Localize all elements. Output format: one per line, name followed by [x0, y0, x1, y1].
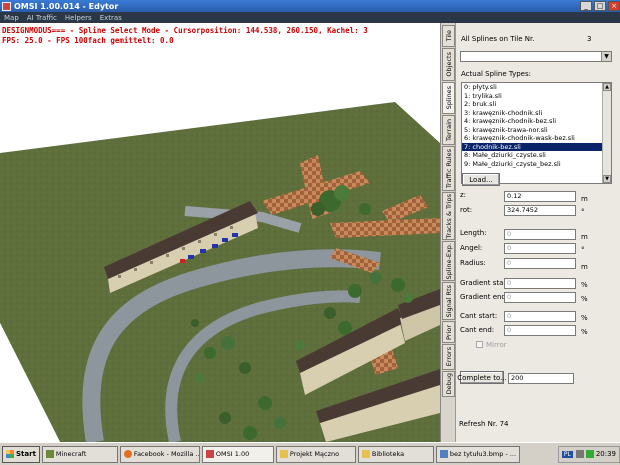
start-button[interactable]: Start: [2, 445, 40, 463]
gradient-end-field[interactable]: 0: [504, 292, 576, 303]
list-item[interactable]: 5: krawęznik-trawa-nor.sli: [462, 126, 602, 135]
scroll-down-icon[interactable]: ▼: [603, 175, 611, 183]
tab-terrain[interactable]: Terrain: [442, 115, 455, 145]
list-item[interactable]: 8: Małe_dziurki_czyste.sli: [462, 151, 602, 160]
tile-number: 3: [587, 35, 592, 43]
spline-select-dropdown[interactable]: ▼: [460, 51, 612, 62]
gradient-start-field[interactable]: 0: [504, 278, 576, 289]
cant-start-label: Cant start:: [460, 312, 498, 320]
mirror-label: Mirror: [486, 341, 507, 349]
close-button[interactable]: ×: [608, 1, 620, 11]
minecraft-icon: [45, 450, 54, 458]
tab-debug[interactable]: Debug: [442, 371, 455, 397]
angle-label: Angel:: [460, 244, 483, 252]
list-item[interactable]: 9: Małe_dziurki_czyste_bez.sli: [462, 160, 602, 169]
task-paint[interactable]: bez tytułu3.bmp - ...: [435, 445, 520, 463]
cant-start-field[interactable]: 0: [504, 311, 576, 322]
length-unit: m: [581, 233, 588, 241]
tab-spline-exp[interactable]: Spline-Exp.: [442, 241, 455, 281]
task-omsi[interactable]: OMSI 1.00: [201, 445, 274, 463]
menu-extras[interactable]: Extras: [96, 14, 126, 22]
tab-tracks-trips[interactable]: Tracks & Trips: [442, 192, 455, 240]
omsi-app-icon: [2, 1, 11, 11]
list-item-selected[interactable]: 7: chodnik-bez.sli: [462, 142, 602, 151]
tab-prior[interactable]: Prior: [442, 321, 455, 343]
windows-logo-icon: [6, 450, 14, 458]
tab-signal-rts[interactable]: Signal Rts: [442, 282, 455, 320]
windows-taskbar: Start Minecraft Facebook - Mozilla ... O…: [0, 442, 620, 465]
radius-unit: m: [581, 263, 588, 271]
title-bar: OMSI 1.00.014 - Edytor _ □ ×: [0, 0, 620, 12]
scroll-up-icon[interactable]: ▲: [603, 83, 611, 91]
complete-to-button[interactable]: Complete to...: [457, 371, 507, 384]
z-label: z:: [460, 191, 467, 199]
rot-label: rot:: [460, 206, 473, 214]
task-biblioteka[interactable]: Biblioteka: [357, 445, 434, 463]
tab-objects[interactable]: Objects: [442, 48, 455, 81]
menu-bar: Map AI Traffic Helpers Extras: [0, 12, 620, 23]
menu-helpers[interactable]: Helpers: [61, 14, 96, 22]
omsi-icon: [205, 450, 214, 458]
task-projekt-maczno[interactable]: Projekt Mączno: [275, 445, 356, 463]
tab-errors[interactable]: Errors: [442, 344, 455, 370]
task-minecraft[interactable]: Minecraft: [41, 445, 118, 463]
folder-icon: [361, 450, 370, 458]
load-button[interactable]: Load...: [462, 173, 500, 186]
z-field[interactable]: 0.12: [504, 191, 576, 202]
mirror-checkbox[interactable]: [476, 341, 483, 348]
editor-tab-strip: Tile Objects Splines Terrain Traffic Rul…: [440, 23, 455, 442]
paint-icon: [439, 450, 448, 458]
menu-ai-traffic[interactable]: AI Traffic: [23, 14, 61, 22]
window-title: OMSI 1.00.014 - Edytor: [14, 1, 119, 11]
clock[interactable]: 20:39: [596, 450, 616, 458]
terrain-scene: [0, 102, 440, 442]
radius-field[interactable]: 0: [504, 258, 576, 269]
cant-end-unit: %: [581, 328, 588, 336]
map-3d-viewport[interactable]: DESIGNMODUS=== - Spline Select Mode - Cu…: [0, 23, 440, 442]
list-item[interactable]: 0: płyty.sli: [462, 83, 602, 92]
rot-field[interactable]: 324.7452: [504, 205, 576, 216]
list-item[interactable]: 4: krawęznik-chodnik-bez.sli: [462, 117, 602, 126]
list-scrollbar[interactable]: ▲ ▼: [602, 83, 611, 183]
angle-field[interactable]: 0: [504, 243, 576, 254]
minimize-button[interactable]: _: [580, 1, 592, 11]
actual-types-label: Actual Spline Types:: [461, 70, 531, 78]
list-item[interactable]: 3: krawęznik-chodnik.sli: [462, 109, 602, 118]
tab-traffic-rules[interactable]: Traffic Rules: [442, 146, 455, 191]
tab-tile[interactable]: Tile: [442, 25, 455, 47]
length-label: Length:: [460, 229, 487, 237]
gradient-end-unit: %: [581, 295, 588, 303]
firefox-icon: [123, 450, 132, 458]
z-unit: m: [581, 195, 588, 203]
cant-end-field[interactable]: 0: [504, 325, 576, 336]
spline-types-list[interactable]: 0: płyty.sli 1: trylika.sli 2: bruk.sli …: [461, 82, 612, 184]
system-tray: PL 20:39: [557, 445, 620, 463]
cant-end-label: Cant end:: [460, 326, 495, 334]
gradient-end-label: Gradient end:: [460, 293, 509, 301]
list-item[interactable]: 2: bruk.sli: [462, 100, 602, 109]
list-item[interactable]: 6: krawęznik-chodnik-wask-bez.sli: [462, 134, 602, 143]
radius-label: Radius:: [460, 259, 486, 267]
design-mode-status: DESIGNMODUS=== - Spline Select Mode - Cu…: [2, 26, 368, 35]
gradient-start-unit: %: [581, 281, 588, 289]
length-field[interactable]: 0: [504, 229, 576, 240]
cant-start-unit: %: [581, 314, 588, 322]
rot-unit: °: [581, 208, 585, 216]
complete-to-field[interactable]: 200: [508, 373, 574, 384]
all-splines-label: All Splines on Tile Nr.: [461, 35, 535, 43]
list-item[interactable]: 1: trylika.sli: [462, 92, 602, 101]
language-indicator[interactable]: PL: [561, 450, 573, 458]
chevron-down-icon[interactable]: ▼: [601, 52, 611, 61]
volume-icon[interactable]: [575, 450, 584, 458]
splines-properties-panel: All Splines on Tile Nr. 3 ▼ Actual Splin…: [455, 23, 620, 442]
angle-unit: °: [581, 246, 585, 254]
tab-splines[interactable]: Splines: [442, 82, 455, 114]
fps-status: FPS: 25.0 - FPS 100fach gemittelt: 0.0: [2, 36, 174, 45]
menu-map[interactable]: Map: [0, 14, 23, 22]
refresh-counter: Refresh Nr. 74: [459, 420, 509, 428]
network-icon[interactable]: [585, 450, 594, 458]
maximize-button[interactable]: □: [594, 1, 606, 11]
folder-icon: [279, 450, 288, 458]
task-facebook-mozilla[interactable]: Facebook - Mozilla ...: [119, 445, 200, 463]
